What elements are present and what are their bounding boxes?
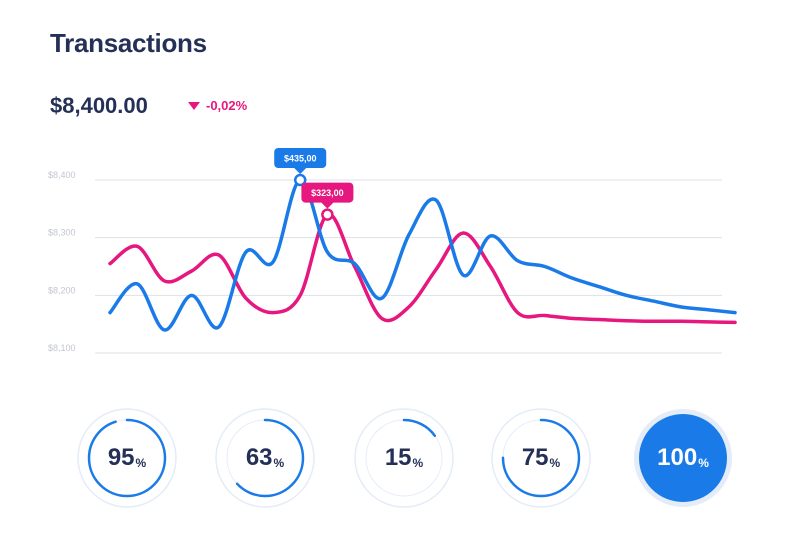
gauge-unit: % [412,455,424,470]
percent-gauge: 95% [77,408,177,508]
y-tick-label: $8,100 [48,343,76,353]
gauge-label: 100% [633,408,733,508]
gauge-value: 100 [657,444,698,471]
gauge-value: 63 [245,444,273,471]
percent-gauge: 100% [633,408,733,508]
percent-gauge: 75% [491,408,591,508]
tooltip-label: $435,00 [284,154,317,164]
percent-gauge: 15% [354,408,454,508]
gauge-label: 95% [77,408,177,508]
gauge-unit: % [698,455,709,470]
series-line [108,212,737,325]
series-line [108,178,737,332]
gauge-value: 75 [521,444,549,471]
gauge-label: 63% [215,408,315,508]
gauge-value: 95 [107,444,135,471]
y-tick-label: $8,300 [48,228,76,238]
gauge-unit: % [273,455,285,470]
gauge-unit: % [135,455,147,470]
gauge-value: 15 [384,444,412,471]
y-tick-label: $8,200 [48,285,76,295]
gauge-unit: % [549,455,561,470]
gauge-label: 75% [491,408,591,508]
gauge-label: 15% [354,408,454,508]
data-point-marker[interactable] [321,208,334,221]
y-tick-label: $8,400 [48,170,76,180]
tooltip-label: $323,00 [311,188,344,198]
transactions-line-chart: $8,100 $8,200 $8,300 $8,400 $435,00 $323,00 [48,148,737,354]
percent-gauge: 63% [215,408,315,508]
